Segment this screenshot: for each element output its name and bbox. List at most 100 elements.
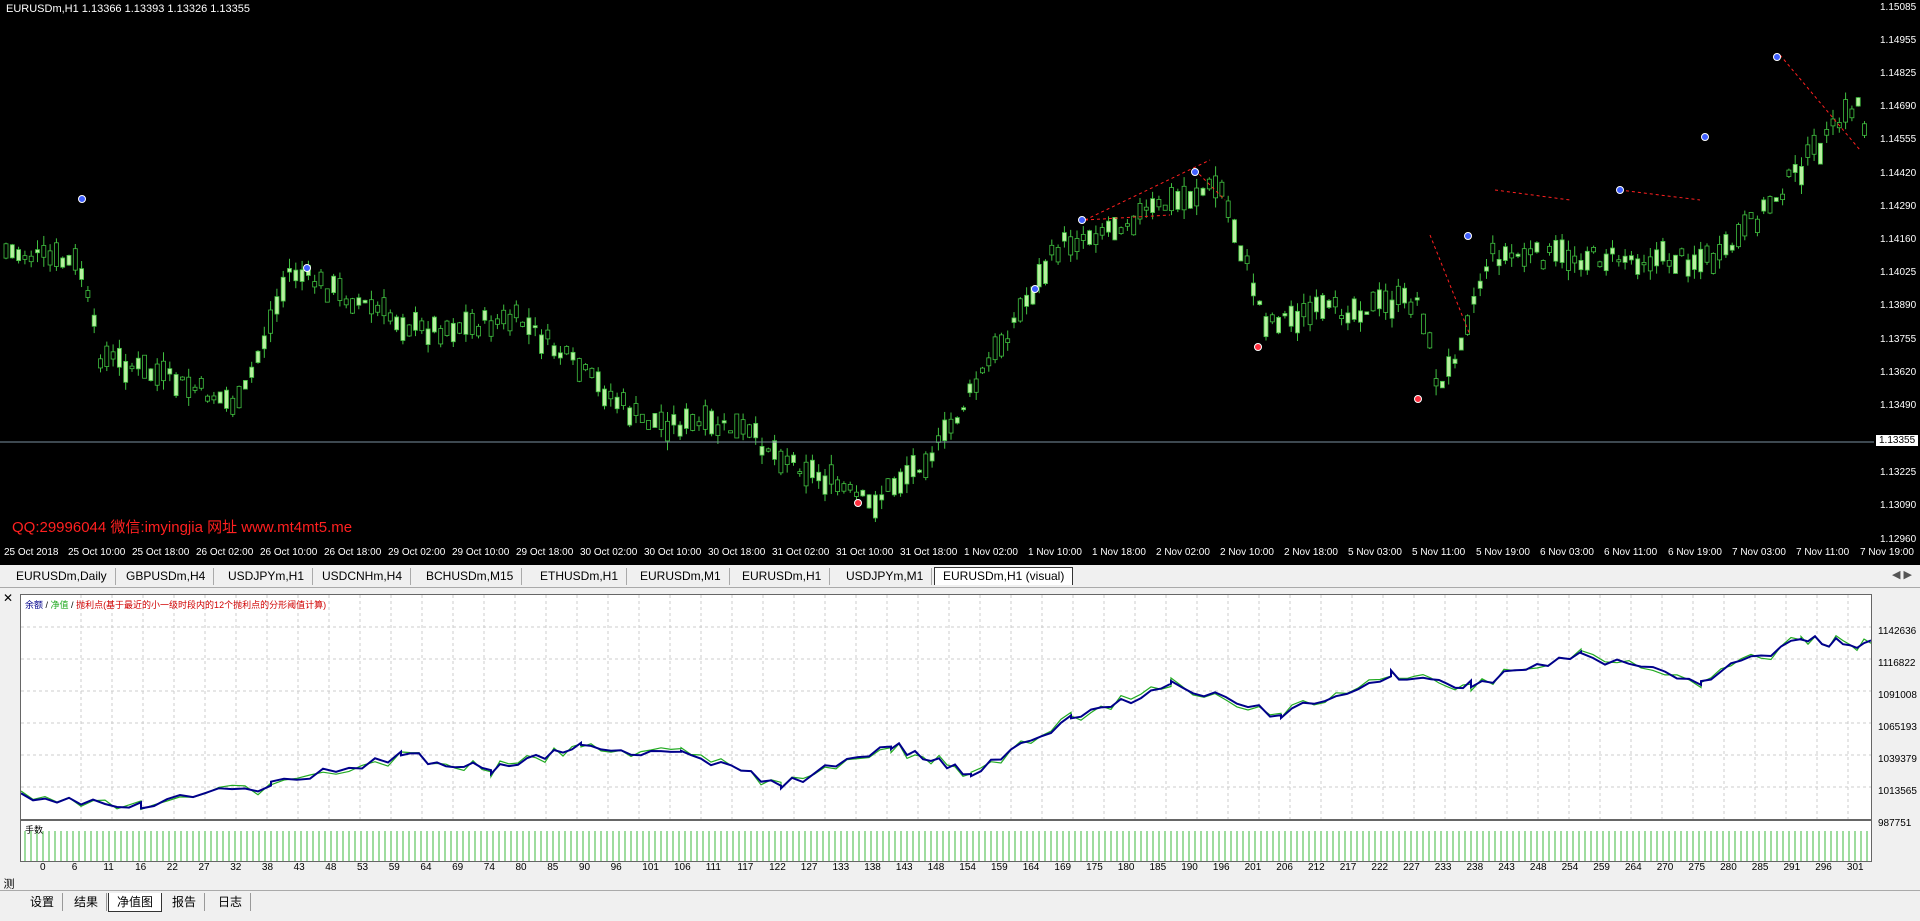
candle-body [1717, 244, 1722, 261]
candle-body [828, 464, 834, 485]
candle-body [1068, 236, 1074, 256]
candle-body [551, 345, 557, 357]
candle-body [1036, 263, 1042, 288]
candle-body [1314, 296, 1319, 313]
trade-marker [1414, 395, 1422, 403]
candle-body [1698, 248, 1704, 273]
candle-body [1503, 246, 1508, 261]
tester-tab[interactable]: 设置 [22, 893, 64, 911]
trade-number-tick: 254 [1561, 862, 1579, 873]
time-tick-label: 25 Oct 18:00 [132, 547, 190, 558]
trade-number-tick: 296 [1815, 862, 1832, 873]
candle-body [1320, 294, 1326, 319]
candle-body [784, 455, 790, 466]
candle-body [1175, 191, 1181, 210]
candle-body [135, 357, 141, 370]
price-tick-label: 1.14160 [1880, 234, 1917, 245]
candle-body [431, 316, 437, 333]
trade-number-tick: 180 [1117, 862, 1135, 873]
trade-number-tick: 301 [1846, 862, 1864, 873]
chart-tab[interactable]: EURUSDm,M1 [632, 568, 730, 585]
trade-number-tick: 133 [832, 862, 850, 873]
price-chart[interactable]: EURUSDm,H1 1.13366 1.13393 1.13326 1.133… [0, 0, 1920, 565]
candle-body [1427, 332, 1433, 349]
candle-body [1723, 234, 1729, 256]
legend-equity: 净值 [50, 600, 69, 610]
candle-body [1194, 187, 1200, 207]
candle-body [1786, 169, 1792, 177]
candle-body [917, 469, 922, 473]
chart-tab[interactable]: ETHUSDm,H1 [532, 568, 628, 585]
time-tick-label: 2 Nov 18:00 [1284, 547, 1338, 558]
close-icon[interactable]: ✕ [3, 591, 13, 605]
time-tick-label: 6 Nov 11:00 [1604, 547, 1658, 558]
chart-tab[interactable]: USDJPYm,M1 [838, 568, 933, 585]
candle-body [249, 366, 255, 378]
time-tick-label: 30 Oct 02:00 [580, 547, 638, 558]
candle-body [66, 255, 72, 266]
candle-body [652, 413, 658, 428]
trade-number-tick: 96 [610, 862, 622, 873]
time-tick-label: 6 Nov 19:00 [1668, 547, 1722, 558]
candle-body [1244, 255, 1250, 265]
trade-number-tick: 38 [261, 862, 274, 873]
chart-tab[interactable]: GBPUSDm,H4 [118, 568, 215, 585]
trade-number-tick: 127 [800, 862, 818, 873]
candle-body [910, 455, 916, 478]
time-tick-label: 30 Oct 10:00 [644, 547, 702, 558]
candle-body [1263, 316, 1269, 338]
candle-body [1307, 301, 1313, 326]
trade-marker [1191, 168, 1199, 176]
tester-tab[interactable]: 报告 [164, 893, 206, 911]
candle-body [954, 417, 960, 424]
chart-tab[interactable]: EURUSDm,H1 (visual) [934, 567, 1074, 585]
tester-tab[interactable]: 日志 [210, 893, 252, 911]
price-tick-label: 1.13890 [1880, 300, 1917, 311]
trade-number-tick: 227 [1403, 862, 1420, 873]
candle-body [179, 376, 185, 381]
candle-body [520, 321, 525, 327]
trade-number-tick: 285 [1751, 862, 1769, 873]
candle-body [1761, 199, 1767, 212]
time-tick-label: 7 Nov 03:00 [1732, 547, 1786, 558]
candlestick-chart[interactable] [0, 0, 1874, 545]
tab-scroll-arrows-icon[interactable]: ◀ ▶ [1892, 568, 1912, 581]
tester-tab[interactable]: 结果 [66, 893, 108, 911]
time-tick-label: 1 Nov 18:00 [1092, 547, 1146, 558]
candle-body [1452, 358, 1458, 364]
candle-body [236, 385, 242, 409]
trade-number-tick: 111 [705, 862, 721, 873]
chart-tab[interactable]: USDCNHm,H4 [314, 568, 412, 585]
candle-body [1458, 337, 1464, 351]
chart-tab[interactable]: BCHUSDm,M15 [418, 568, 523, 585]
candle-body [79, 268, 84, 280]
candle-body [1591, 247, 1596, 253]
candle-body [255, 350, 261, 363]
candle-body [684, 408, 689, 429]
candle-body [457, 322, 463, 334]
trade-number-tick: 122 [769, 862, 786, 873]
candle-body [803, 461, 809, 487]
candle-body [324, 288, 330, 303]
tester-tab[interactable]: 净值图 [108, 893, 163, 912]
candle-body [186, 376, 192, 398]
chart-tab[interactable]: EURUSDm,H1 [734, 568, 831, 585]
chart-tab[interactable]: EURUSDm,Daily [8, 568, 116, 585]
time-tick-label: 26 Oct 10:00 [260, 547, 318, 558]
equity-tick-label: 1116822 [1878, 658, 1916, 669]
candle-body [1087, 230, 1092, 245]
time-tick-label: 26 Oct 18:00 [324, 547, 382, 558]
trade-marker [1078, 216, 1086, 224]
chart-tab[interactable]: USDJPYm,H1 [220, 568, 314, 585]
candle-body [1106, 220, 1111, 233]
candle-body [350, 298, 355, 314]
candle-body [104, 345, 110, 367]
candle-body [1799, 166, 1804, 186]
candle-body [413, 311, 418, 331]
trade-number-tick: 0 [40, 862, 46, 873]
trade-marker [1031, 285, 1039, 293]
candle-body [1767, 196, 1773, 214]
trade-number-tick: 169 [1054, 862, 1072, 873]
candle-body [1534, 242, 1540, 253]
candle-body [1345, 312, 1351, 324]
